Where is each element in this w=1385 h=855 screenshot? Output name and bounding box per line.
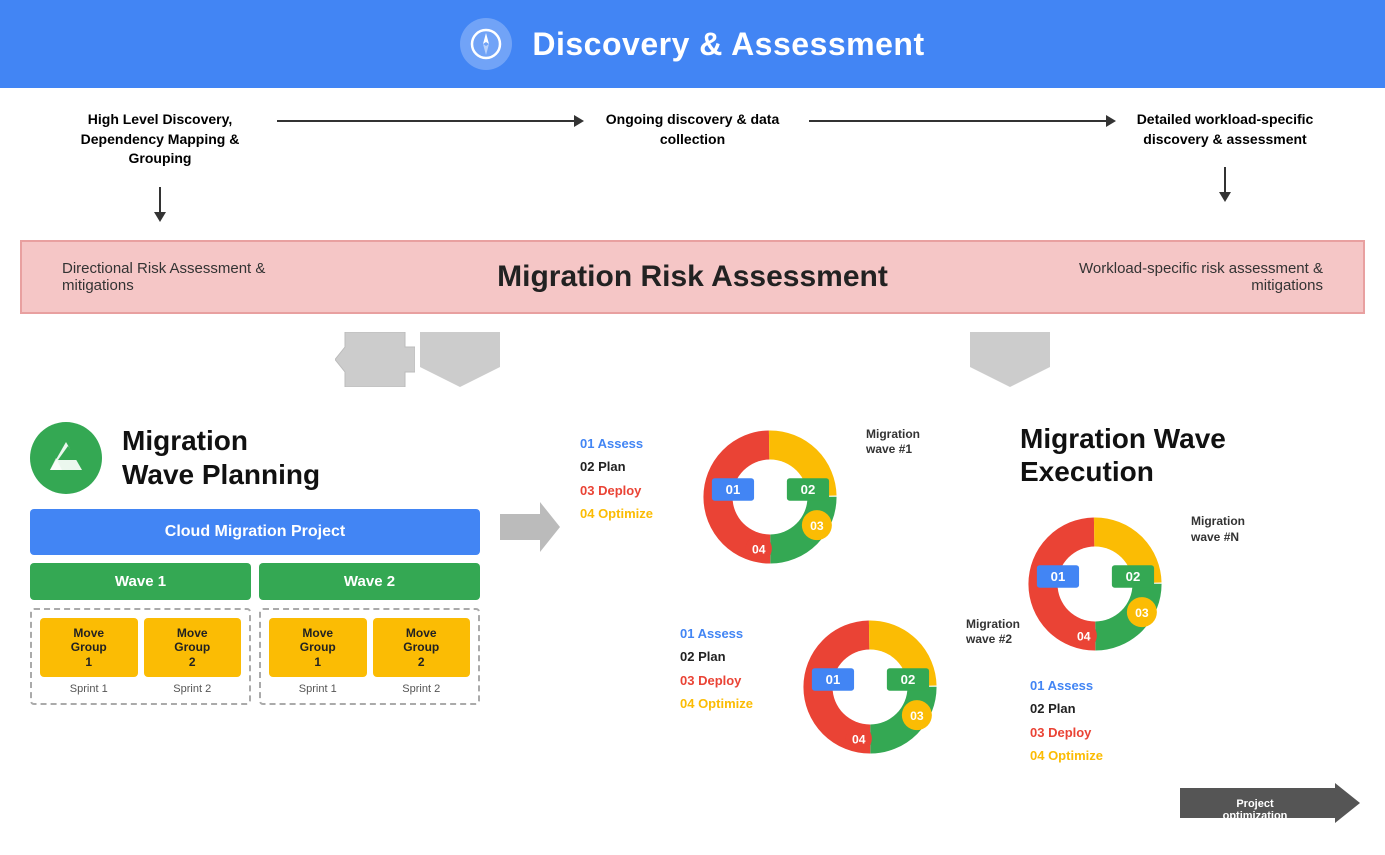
wave2-legend-04: 04 Optimize bbox=[680, 692, 780, 715]
wave1-badge: Migrationwave #1 bbox=[866, 427, 920, 458]
svg-text:04: 04 bbox=[752, 542, 766, 556]
wave2-move-groups: MoveGroup1 MoveGroup2 bbox=[269, 618, 470, 677]
wave2-sprint2-label: Sprint 2 bbox=[373, 683, 471, 695]
wave1-mg1: MoveGroup1 bbox=[40, 618, 138, 677]
svg-text:02: 02 bbox=[801, 482, 816, 497]
wave1-move-groups: MoveGroup1 MoveGroup2 bbox=[40, 618, 241, 677]
svg-text:01: 01 bbox=[726, 482, 741, 497]
svg-text:03: 03 bbox=[810, 519, 824, 533]
disc-arrow-2 bbox=[793, 110, 1126, 122]
wave1-donut: 01 02 03 04 bbox=[695, 422, 845, 572]
project-opt-container: Project optimization bbox=[1180, 783, 1360, 823]
wave2-box: Wave 2 bbox=[259, 563, 480, 600]
wave2-donut-container: 01 02 03 04 Migrationwave #2 bbox=[795, 612, 945, 767]
exec-legend-01: 01 Assess bbox=[1030, 674, 1360, 697]
wave2-legend: 01 Assess 02 Plan 03 Deploy 04 Optimize bbox=[680, 612, 780, 716]
wave1-diagram: 01 Assess 02 Plan 03 Deploy 04 Optimize bbox=[580, 422, 1000, 577]
legend-01-assess: 01 Assess bbox=[580, 432, 680, 455]
arrows-row bbox=[0, 322, 1385, 402]
svg-text:02: 02 bbox=[1126, 569, 1141, 584]
wave1-sprint1-label: Sprint 1 bbox=[40, 683, 138, 695]
header-bar: Discovery & Assessment bbox=[0, 0, 1385, 88]
legend-02-plan: 02 Plan bbox=[580, 455, 680, 478]
svg-text:03: 03 bbox=[910, 709, 924, 723]
exec-legend-03: 03 Deploy bbox=[1030, 721, 1360, 744]
compass-icon bbox=[460, 18, 512, 70]
wave1-sprint2-label: Sprint 2 bbox=[144, 683, 242, 695]
exec-legend-area: 01 Assess 02 Plan 03 Deploy 04 Optimize bbox=[1030, 674, 1360, 768]
wave2-diagram: 01 Assess 02 Plan 03 Deploy 04 Optimize … bbox=[680, 612, 1000, 767]
header-title: Discovery & Assessment bbox=[532, 26, 924, 63]
svg-text:optimization: optimization bbox=[1223, 810, 1288, 822]
project-opt-arrow: Project optimization bbox=[1180, 783, 1360, 823]
execution-panel: Migration WaveExecution 01 02 03 04 bbox=[1020, 422, 1360, 823]
svg-text:04: 04 bbox=[852, 732, 866, 746]
big-arrow-left bbox=[335, 332, 499, 392]
disc-right: Detailed workload-specific discovery & a… bbox=[1125, 110, 1325, 202]
svg-text:Project: Project bbox=[1236, 798, 1274, 810]
waveN-donut-container: 01 02 03 04 Migrationwave #N bbox=[1020, 509, 1170, 664]
wave2-sprint1-label: Sprint 1 bbox=[269, 683, 367, 695]
wave-diagrams-panel: 01 Assess 02 Plan 03 Deploy 04 Optimize bbox=[580, 422, 1000, 772]
wave-planning-panel: MigrationWave Planning Cloud Migration P… bbox=[30, 422, 480, 705]
wave1-legend: 01 Assess 02 Plan 03 Deploy 04 Optimize bbox=[580, 422, 680, 526]
execution-title: Migration WaveExecution bbox=[1020, 422, 1360, 489]
wave-planning-header: MigrationWave Planning bbox=[30, 422, 480, 494]
risk-title: Migration Risk Assessment bbox=[312, 260, 1073, 294]
svg-text:04: 04 bbox=[1077, 629, 1091, 643]
move-groups-outer: MoveGroup1 MoveGroup2 Sprint 1 Sprint 2 … bbox=[30, 608, 480, 705]
disc-arrow-1 bbox=[260, 110, 593, 122]
wave2-mg2: MoveGroup2 bbox=[373, 618, 471, 677]
panel-arrow bbox=[500, 422, 560, 552]
legend-03-deploy: 03 Deploy bbox=[580, 479, 680, 502]
exec-legend-02: 02 Plan bbox=[1030, 697, 1360, 720]
wave2-legend-03: 03 Deploy bbox=[680, 669, 780, 692]
wave1-sprints: Sprint 1 Sprint 2 bbox=[40, 683, 241, 695]
wave1-mg2: MoveGroup2 bbox=[144, 618, 242, 677]
risk-left: Directional Risk Assessment & mitigation… bbox=[62, 260, 312, 294]
disc-left: High Level Discovery, Dependency Mapping… bbox=[60, 110, 260, 222]
waveN-diagram: 01 02 03 04 Migrationwave #N bbox=[1020, 509, 1360, 664]
waves-row: Wave 1 Wave 2 bbox=[30, 563, 480, 600]
waveN-donut: 01 02 03 04 bbox=[1020, 509, 1170, 659]
legend-04-optimize: 04 Optimize bbox=[580, 502, 680, 525]
svg-text:03: 03 bbox=[1135, 606, 1149, 620]
wave2-legend-01: 01 Assess bbox=[680, 622, 780, 645]
svg-text:01: 01 bbox=[826, 672, 841, 687]
wave1-box: Wave 1 bbox=[30, 563, 251, 600]
wave2-badge: Migrationwave #2 bbox=[966, 617, 1020, 648]
waveN-badge: Migrationwave #N bbox=[1191, 514, 1245, 545]
svg-text:02: 02 bbox=[901, 672, 916, 687]
risk-right: Workload-specific risk assessment & miti… bbox=[1073, 260, 1323, 294]
wave1-donut-container: 01 02 03 04 Migrationwave #1 bbox=[695, 422, 845, 577]
wave2-legend-02: 02 Plan bbox=[680, 645, 780, 668]
svg-text:01: 01 bbox=[1051, 569, 1066, 584]
wave2-donut: 01 02 03 04 bbox=[795, 612, 945, 762]
wave2-sprints: Sprint 1 Sprint 2 bbox=[269, 683, 470, 695]
wave2-mg1: MoveGroup1 bbox=[269, 618, 367, 677]
wave1-group: MoveGroup1 MoveGroup2 Sprint 1 Sprint 2 bbox=[30, 608, 251, 705]
risk-band: Directional Risk Assessment & mitigation… bbox=[20, 240, 1365, 314]
disc-middle: Ongoing discovery & data collection bbox=[593, 110, 793, 149]
wave2-group: MoveGroup1 MoveGroup2 Sprint 1 Sprint 2 bbox=[259, 608, 480, 705]
discovery-row: High Level Discovery, Dependency Mapping… bbox=[0, 88, 1385, 232]
main-content: MigrationWave Planning Cloud Migration P… bbox=[0, 402, 1385, 843]
wave-planning-title: MigrationWave Planning bbox=[122, 424, 320, 491]
big-arrow-right bbox=[970, 332, 1050, 392]
mountain-icon bbox=[30, 422, 102, 494]
project-box: Cloud Migration Project bbox=[30, 509, 480, 555]
exec-legend-04: 04 Optimize bbox=[1030, 744, 1360, 767]
